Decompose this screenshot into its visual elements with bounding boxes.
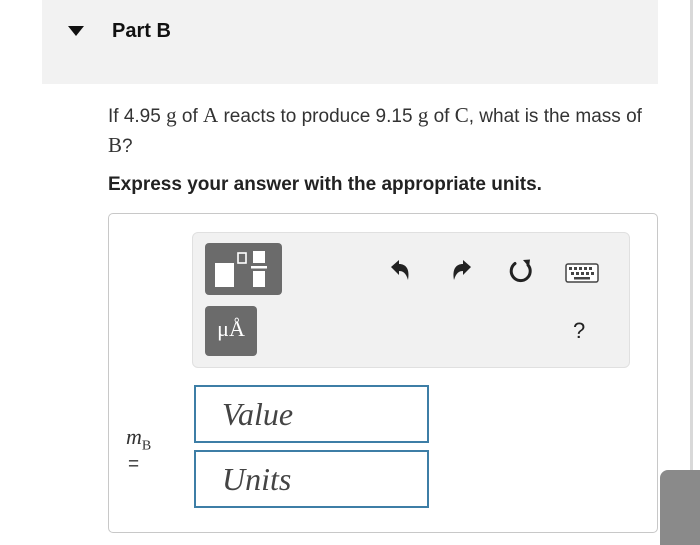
corner-widget[interactable] (660, 470, 700, 545)
templates-icon (215, 251, 267, 287)
value-field[interactable] (194, 385, 429, 443)
question-segment: of (428, 106, 455, 127)
question-segment: ? (122, 136, 133, 157)
reactant-b: B (108, 133, 123, 157)
keyboard-icon (565, 263, 599, 283)
help-button[interactable]: ? (573, 318, 585, 344)
question-segment: , what is the mass of (468, 106, 642, 127)
variable-subscript: B (141, 438, 152, 454)
units-field[interactable] (194, 450, 429, 508)
variable-label: mB (126, 424, 151, 454)
unit-g: g (166, 103, 177, 127)
question-text: If 4.95 g of A reacts to produce 9.15 g … (108, 101, 653, 161)
reset-button[interactable] (506, 256, 536, 291)
templates-button[interactable] (205, 243, 282, 295)
reset-icon (509, 259, 532, 283)
answer-instruction: Express your answer with the appropriate… (108, 174, 542, 195)
keyboard-button[interactable] (565, 263, 599, 288)
units-button[interactable]: μÅ (205, 306, 257, 356)
units-input[interactable] (196, 452, 427, 506)
question-segment: If 4.95 (108, 106, 167, 127)
scrollbar[interactable] (690, 0, 693, 545)
unit-g: g (417, 103, 429, 127)
variable-symbol: m (126, 424, 142, 449)
redo-icon (453, 260, 471, 280)
reactant-a: A (203, 103, 219, 127)
redo-button[interactable] (448, 256, 476, 289)
units-icon: μÅ (217, 316, 245, 341)
help-icon: ? (573, 318, 586, 343)
value-input[interactable] (196, 387, 427, 441)
undo-button[interactable] (386, 256, 414, 289)
part-title: Part B (112, 20, 171, 42)
question-segment: of (176, 106, 204, 127)
equals-sign: = (128, 454, 140, 475)
product-c: C (454, 103, 469, 127)
question-segment: reacts to produce 9.15 (218, 106, 418, 127)
undo-icon (391, 260, 409, 280)
collapse-toggle-icon[interactable] (68, 26, 84, 36)
